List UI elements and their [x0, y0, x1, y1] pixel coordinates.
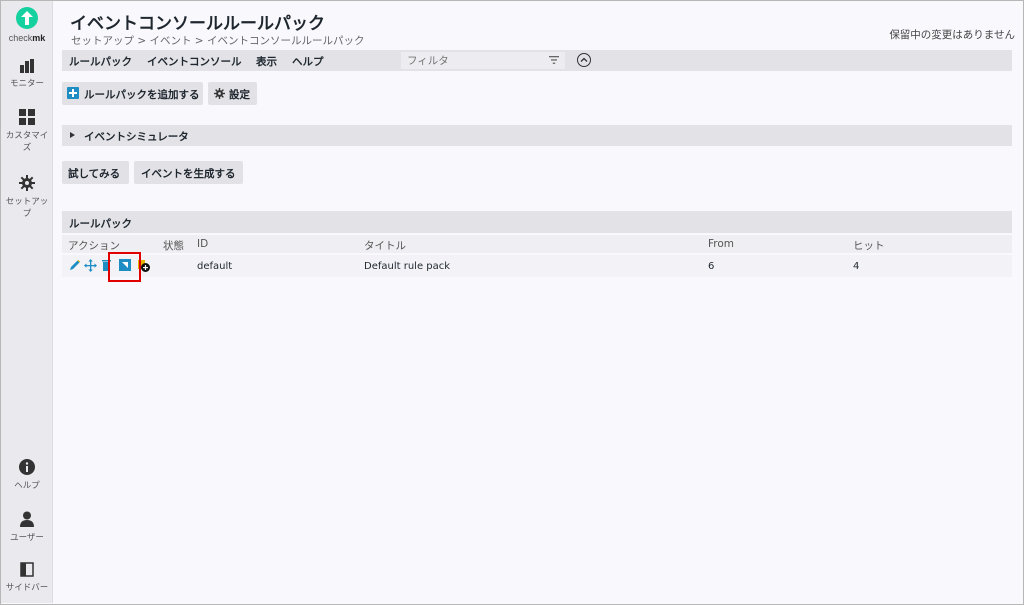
user-icon	[20, 511, 34, 527]
expand-triangle-icon	[70, 132, 75, 138]
menu-help[interactable]: ヘルプ	[292, 54, 324, 69]
sidebar-item-customize[interactable]: カスタマイズ	[1, 109, 53, 154]
sidebar-item-label: カスタマイズ	[5, 131, 49, 153]
pending-changes-status[interactable]: 保留中の変更はありません	[889, 27, 1015, 42]
col-from[interactable]: From	[708, 238, 734, 250]
gear-icon	[214, 88, 225, 99]
sidebar-item-help[interactable]: ヘルプ	[1, 459, 53, 492]
menu-rulepacks[interactable]: ルールパック	[69, 54, 132, 69]
sidebar-icon	[20, 562, 34, 577]
collapse-menu-icon[interactable]	[577, 53, 591, 67]
col-actions: アクション	[68, 240, 120, 252]
bar-chart-icon	[20, 59, 34, 73]
rulepack-table-header: ルールパック	[62, 211, 1012, 233]
try-button[interactable]: 試してみる	[62, 161, 129, 184]
menu-display[interactable]: 表示	[256, 54, 277, 69]
event-simulator-toggle[interactable]: イベントシミュレータ	[62, 125, 1012, 146]
breadcrumb[interactable]: セットアップ > イベント > イベントコンソールルールパック	[71, 33, 364, 48]
col-hits[interactable]: ヒット	[853, 238, 885, 253]
sidebar-item-label: サイドバー	[5, 583, 49, 593]
generate-event-button[interactable]: イベントを生成する	[134, 161, 243, 184]
logo-text: checkmk	[8, 33, 46, 43]
sidebar-item-label: セットアップ	[5, 197, 49, 219]
col-title[interactable]: タイトル	[364, 238, 406, 253]
info-icon	[19, 459, 35, 475]
cell-hits: 4	[853, 261, 860, 272]
highlight-box	[108, 252, 141, 282]
menu-bar: ルールパック イベントコンソール 表示 ヘルプ	[62, 50, 1012, 71]
cell-title: Default rule pack	[364, 261, 451, 272]
add-icon	[67, 87, 79, 99]
cell-id: default	[197, 261, 233, 272]
col-id[interactable]: ID	[197, 238, 208, 250]
add-rulepack-button[interactable]: ルールパックを追加する	[62, 82, 203, 105]
table-column-headers: アクション 状態 ID タイトル From ヒット	[62, 235, 1012, 253]
sidebar-item-setup[interactable]: セットアップ	[1, 175, 53, 220]
edit-icon[interactable]	[69, 259, 81, 271]
menu-event-console[interactable]: イベントコンソール	[147, 54, 242, 69]
gear-icon	[19, 175, 35, 191]
sidebar-item-monitor[interactable]: モニター	[1, 59, 53, 90]
sidebar-item-label: ユーザー	[10, 533, 44, 543]
filter-input[interactable]	[401, 52, 565, 69]
grid-icon	[19, 109, 35, 125]
sidebar-item-sidebar[interactable]: サイドバー	[1, 562, 53, 594]
col-state: 状態	[163, 240, 184, 252]
move-icon[interactable]	[84, 259, 97, 272]
sidebar: checkmk モニター カスタマイズ セットアップ ヘルプ ユーザー サイドバ…	[1, 1, 53, 603]
filter-icon[interactable]	[549, 55, 559, 65]
sidebar-item-label: ヘルプ	[14, 481, 40, 491]
settings-button[interactable]: 設定	[208, 82, 257, 105]
cell-from: 6	[708, 261, 715, 272]
table-row: default Default rule pack 6 4	[62, 255, 1012, 277]
checkmk-logo[interactable]: checkmk	[1, 7, 53, 43]
sidebar-item-label: モニター	[9, 79, 44, 89]
page-title: イベントコンソールルールパック	[70, 14, 325, 34]
checkmk-logo-icon	[16, 7, 38, 29]
sidebar-item-user[interactable]: ユーザー	[1, 511, 53, 544]
